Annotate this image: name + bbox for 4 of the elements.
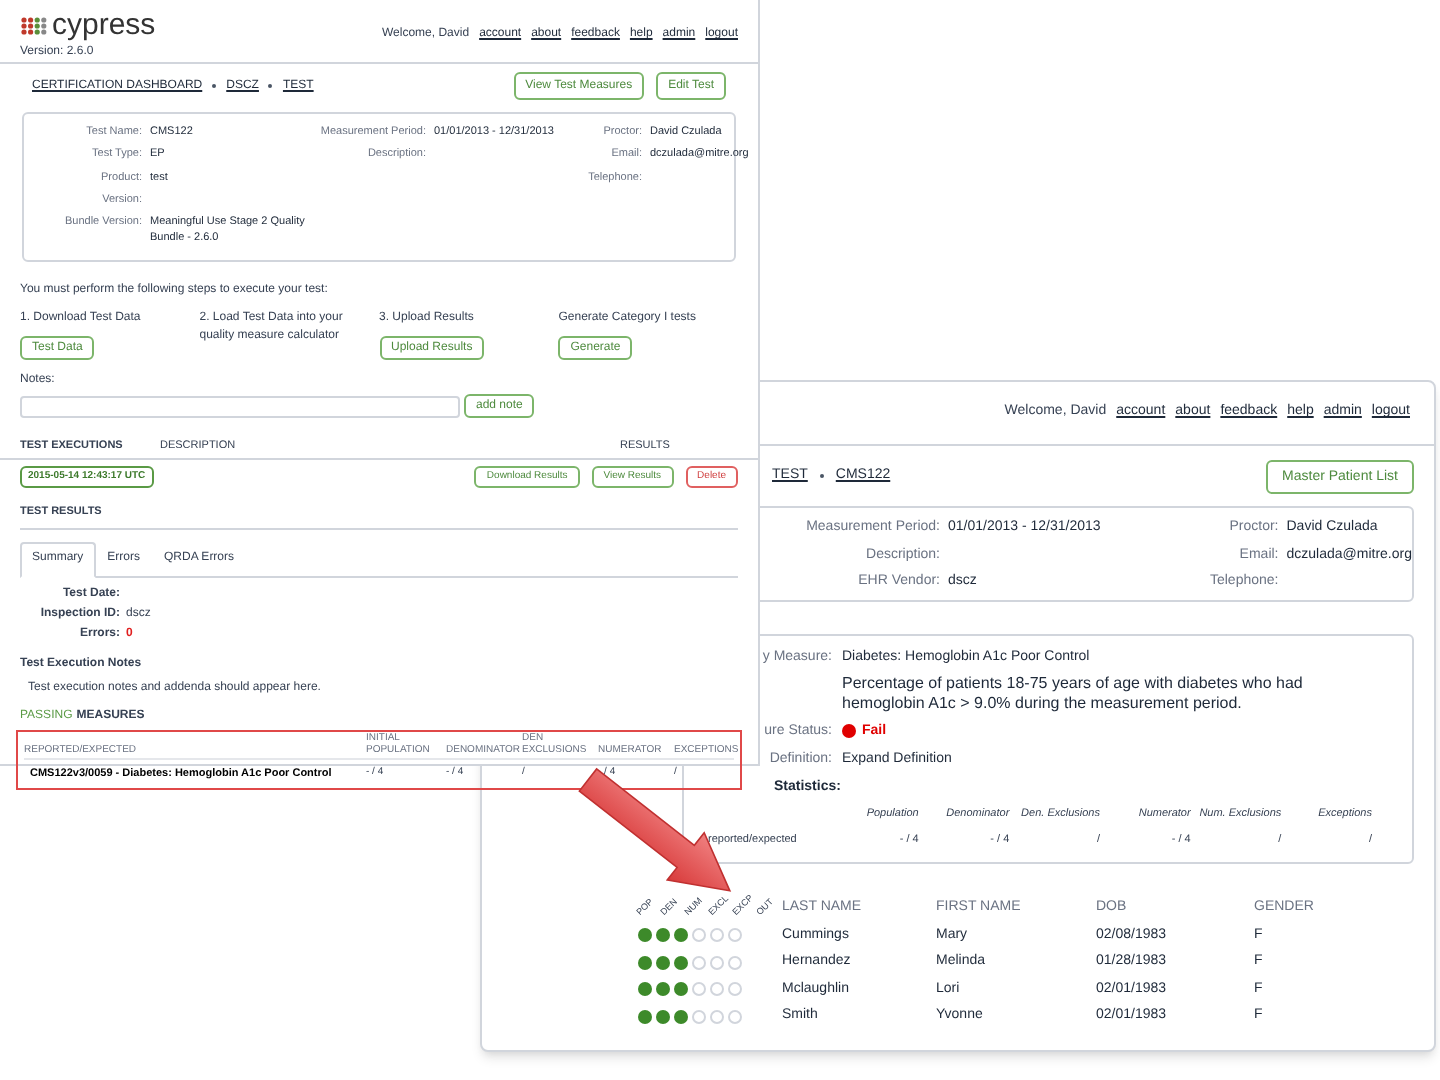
logo-text: cypress [52,10,156,40]
measure-description: Percentage of patients 18-75 years of age with diabetes who had hemoglobin A1c > 9.0% during the measurement period. [842,673,1305,713]
logo-icon [20,15,48,35]
notes-field[interactable] [20,395,460,417]
